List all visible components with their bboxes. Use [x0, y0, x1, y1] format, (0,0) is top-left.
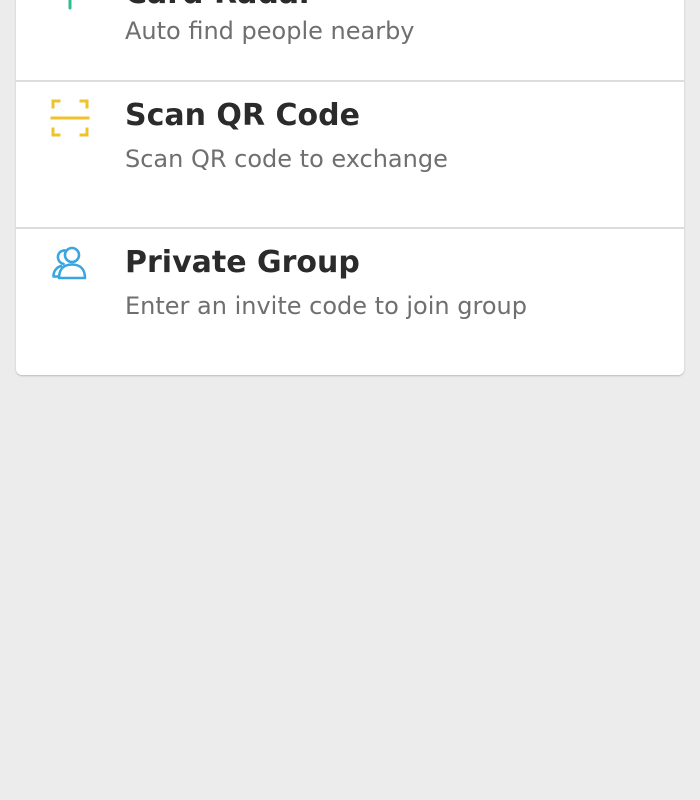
scan-qr-icon — [48, 96, 92, 140]
group-icon — [48, 243, 92, 287]
card-radar-title: Card Radar — [125, 0, 314, 11]
private-group-title: Private Group — [125, 245, 360, 280]
radar-icon — [48, 0, 92, 26]
scan-qr-code-title: Scan QR Code — [125, 98, 360, 133]
private-group-subtitle: Enter an invite code to join group — [125, 292, 527, 320]
private-group-item[interactable]: Private Group Enter an invite code to jo… — [16, 228, 684, 375]
scan-qr-code-item[interactable]: Scan QR Code Scan QR code to exchange — [16, 81, 684, 228]
scan-qr-code-subtitle: Scan QR code to exchange — [125, 145, 448, 173]
card-radar-item[interactable]: Card Radar Auto find people nearby — [16, 0, 684, 81]
options-card: Card Radar Auto find people nearby Scan … — [16, 0, 684, 375]
card-radar-subtitle: Auto find people nearby — [125, 17, 415, 45]
